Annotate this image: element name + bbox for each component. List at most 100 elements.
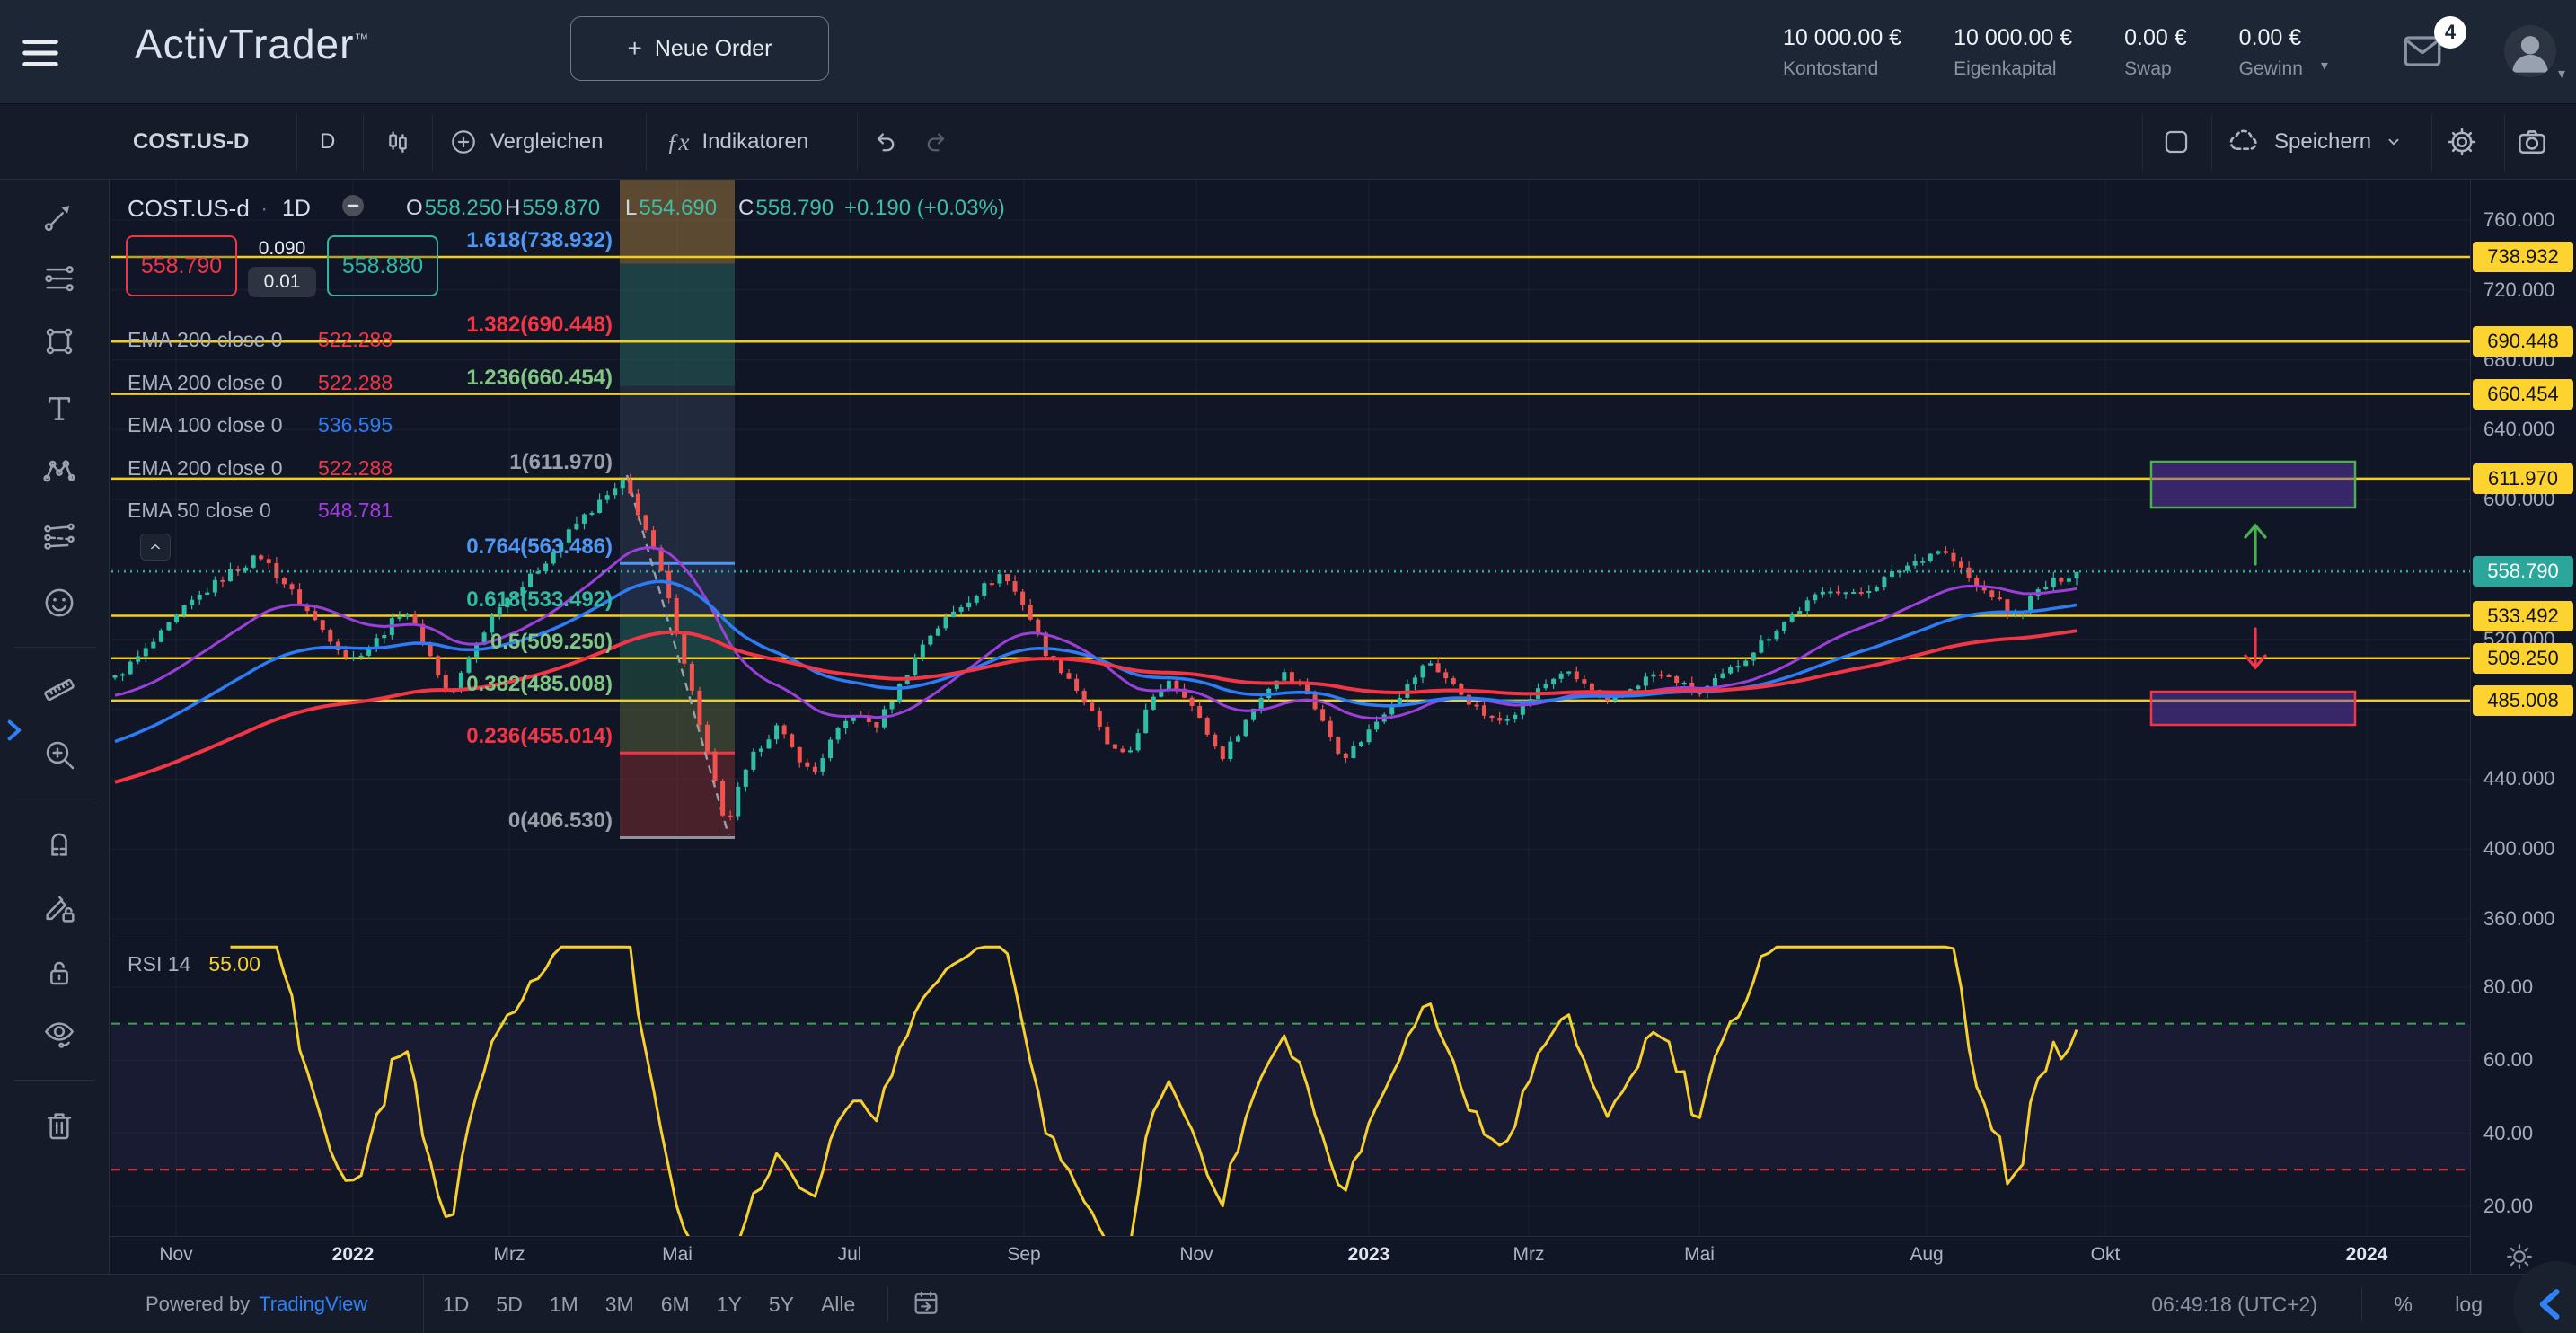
price-axis[interactable]: 760.000720.000680.000640.000600.000520.0… [2470, 180, 2576, 1274]
tradingview-link[interactable]: TradingView [259, 1293, 367, 1316]
zoom-in-tool[interactable] [36, 731, 83, 778]
range-buttons: 1D5D1M3M6M1Y5YAlle [429, 1275, 869, 1333]
text-tool[interactable] [36, 385, 83, 432]
legend-symbol[interactable]: COST.US-d [128, 192, 250, 225]
range-alle[interactable]: Alle [807, 1293, 869, 1317]
price-axis-label: 760.000 [2483, 208, 2555, 232]
ema-legend-row[interactable]: EMA 200 close 0522.288 [128, 362, 393, 405]
ema-legend-row[interactable]: EMA 200 close 0522.288 [128, 319, 393, 362]
stat-value: 0.00 € [2124, 25, 2187, 51]
time-axis-label: Aug [1886, 1244, 1967, 1266]
indicators-button[interactable]: ƒx Indikatoren [666, 104, 808, 180]
prediction-lines-tool[interactable] [36, 514, 83, 561]
time-axis-label: Mrz [469, 1244, 550, 1266]
save-button[interactable]: Speichern [2226, 104, 2404, 180]
time-axis-label: Sep [984, 1244, 1064, 1266]
shapes-tool[interactable] [36, 318, 83, 365]
gear-icon [2445, 125, 2479, 159]
undo-icon [869, 127, 900, 157]
redo-icon [922, 127, 952, 157]
range-5d[interactable]: 5D [482, 1293, 535, 1317]
rsi-axis-label: 20.00 [2483, 1195, 2533, 1218]
ema-legend-row[interactable]: EMA 50 close 0548.781 [128, 490, 393, 533]
stat-eigenkapital: 10 000.00 €Eigenkapital [1954, 25, 2072, 80]
cloud-icon [2226, 124, 2262, 160]
range-3m[interactable]: 3M [592, 1293, 648, 1317]
powered-by: Powered by TradingView [110, 1275, 424, 1333]
time-axis-label: Jul [809, 1244, 890, 1266]
chart-canvas[interactable] [0, 0, 2576, 1333]
spread-value: 0.090 [241, 234, 323, 263]
emoji-tool[interactable] [36, 579, 83, 626]
interval-button[interactable]: D [320, 104, 335, 180]
magnet-tool[interactable] [36, 819, 83, 866]
price-axis-label: 360.000 [2483, 907, 2555, 931]
range-6m[interactable]: 6M [648, 1293, 703, 1317]
plus-icon: + [628, 34, 642, 63]
percent-scale-toggle[interactable]: % [2395, 1275, 2413, 1333]
time-axis-label: 2022 [313, 1244, 393, 1266]
avatar-caret-icon[interactable]: ▾ [2558, 65, 2565, 83]
level-price-badge: 485.008 [2473, 685, 2573, 716]
settings-button[interactable] [2445, 104, 2479, 180]
fib-retracement-tool[interactable] [36, 256, 83, 303]
compare-button[interactable]: Vergleichen [449, 104, 603, 180]
range-5y[interactable]: 5Y [755, 1293, 807, 1317]
stat-gewinn[interactable]: 0.00 €Gewinn▾ [2239, 25, 2303, 80]
undo-button[interactable] [869, 104, 900, 180]
trend-line-tool[interactable] [36, 193, 83, 240]
time-axis-label: Mai [1659, 1244, 1740, 1266]
ema-legend-row[interactable]: EMA 100 close 0536.595 [128, 404, 393, 447]
chart-toolbar: COST.US-D D Vergleichen ƒx Indikatoren S… [0, 104, 2576, 180]
stat-value: 0.00 € [2239, 25, 2303, 51]
goto-date-icon[interactable] [911, 1288, 943, 1320]
range-1y[interactable]: 1Y [703, 1293, 755, 1317]
time-axis-label: Nov [136, 1244, 216, 1266]
clock[interactable]: 06:49:18 (UTC+2) [2151, 1275, 2317, 1333]
hide-drawings-tool[interactable] [36, 1011, 83, 1057]
layout-square-icon [2161, 127, 2192, 157]
screenshot-button[interactable] [2515, 104, 2549, 180]
caret-down-icon[interactable]: ▾ [2321, 57, 2328, 75]
rsi-axis-label: 80.00 [2483, 975, 2533, 999]
account-stats: 10 000.00 €Kontostand10 000.00 €Eigenkap… [1783, 0, 2303, 104]
chart-type-button[interactable] [383, 104, 413, 180]
stat-label: Swap [2124, 58, 2187, 80]
drawing-toolbar [0, 104, 110, 1274]
price-axis-label: 640.000 [2483, 418, 2555, 441]
trash-tool[interactable] [36, 1102, 83, 1149]
xabcd-pattern-tool[interactable] [36, 448, 83, 495]
legend-change: +0.190 (+0.03%) [844, 192, 1005, 225]
log-scale-toggle[interactable]: log [2455, 1275, 2483, 1333]
app-logo: ActivTrader™ [135, 20, 369, 68]
fx-icon: ƒx [666, 128, 689, 156]
hide-series-button[interactable] [340, 192, 366, 225]
collapse-legend-button[interactable] [140, 534, 171, 561]
mail-badge: 4 [2434, 16, 2466, 49]
mail-icon[interactable]: 4 [2400, 29, 2463, 83]
layout-button[interactable] [2161, 104, 2192, 180]
panel-expander-icon[interactable] [0, 717, 25, 756]
avatar[interactable] [2504, 25, 2556, 77]
spread-pill: 0.01 [248, 267, 316, 297]
sell-price-button[interactable]: 558.790 [126, 235, 237, 296]
range-1d[interactable]: 1D [429, 1293, 482, 1317]
menu-icon[interactable] [20, 32, 61, 72]
rsi-axis-label: 60.00 [2483, 1048, 2533, 1072]
ohlc-c: C558.790 [738, 192, 834, 225]
new-order-button[interactable]: + Neue Order [570, 16, 829, 81]
redo-button[interactable] [922, 104, 952, 180]
buy-price-button[interactable]: 558.880 [327, 235, 438, 296]
draw-lock-tool[interactable] [36, 884, 83, 931]
symbol-button[interactable]: COST.US-D [133, 104, 249, 180]
ema-legend-row[interactable]: EMA 200 close 0522.288 [128, 447, 393, 490]
ruler-tool[interactable] [36, 666, 83, 713]
time-axis-label: Okt [2065, 1244, 2146, 1266]
stat-swap: 0.00 € Swap [2124, 25, 2187, 80]
time-axis[interactable]: Nov2022MrzMaiJulSepNov2023MrzMaiAugOkt20… [110, 1237, 2470, 1274]
ohlc-l: L554.690 [625, 192, 717, 225]
range-1m[interactable]: 1M [536, 1293, 592, 1317]
lock-tool[interactable] [36, 949, 83, 996]
legend-interval: 1D [282, 192, 311, 225]
time-axis-label: 2024 [2326, 1244, 2407, 1266]
